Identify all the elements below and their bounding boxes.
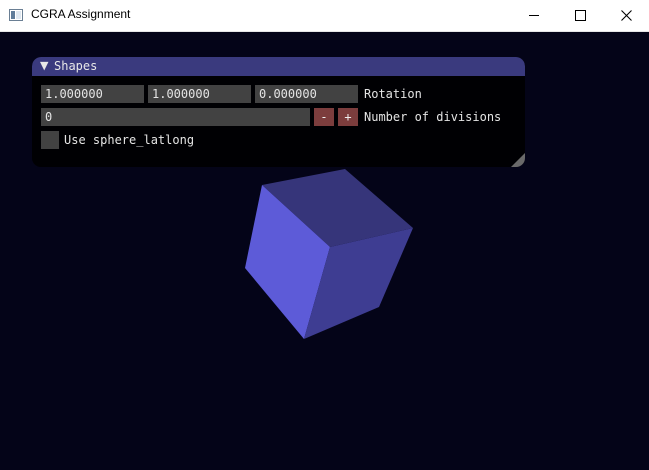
panel-header[interactable]: ▼ Shapes xyxy=(32,57,525,76)
sphere-latlong-checkbox[interactable] xyxy=(41,131,59,149)
close-button[interactable] xyxy=(603,0,649,31)
minimize-button[interactable] xyxy=(511,0,557,31)
minimize-icon xyxy=(529,15,539,16)
divisions-input[interactable]: 0 xyxy=(41,108,310,126)
shapes-panel[interactable]: ▼ Shapes 1.000000 1.000000 0.000000 Rota… xyxy=(32,57,525,167)
panel-title: Shapes xyxy=(54,59,98,73)
rotation-x-field[interactable]: 1.000000 xyxy=(41,85,144,103)
sphere-latlong-label: Use sphere_latlong xyxy=(64,133,195,147)
divisions-decrement-button[interactable]: - xyxy=(314,108,334,126)
divisions-label: Number of divisions xyxy=(364,110,502,124)
resize-grip-icon[interactable] xyxy=(511,153,525,167)
divisions-increment-button[interactable]: + xyxy=(338,108,358,126)
window-title: CGRA Assignment xyxy=(31,7,131,21)
maximize-button[interactable] xyxy=(557,0,603,31)
close-icon xyxy=(620,10,632,21)
rotation-y-field[interactable]: 1.000000 xyxy=(148,85,251,103)
title-bar: CGRA Assignment xyxy=(0,0,649,32)
rotation-label: Rotation xyxy=(364,87,422,101)
render-viewport[interactable]: ▼ Shapes 1.000000 1.000000 0.000000 Rota… xyxy=(0,32,649,470)
maximize-icon xyxy=(574,10,586,21)
collapse-arrow-icon[interactable]: ▼ xyxy=(40,59,48,72)
rotation-z-field[interactable]: 0.000000 xyxy=(255,85,358,103)
app-window-icon xyxy=(9,9,23,21)
